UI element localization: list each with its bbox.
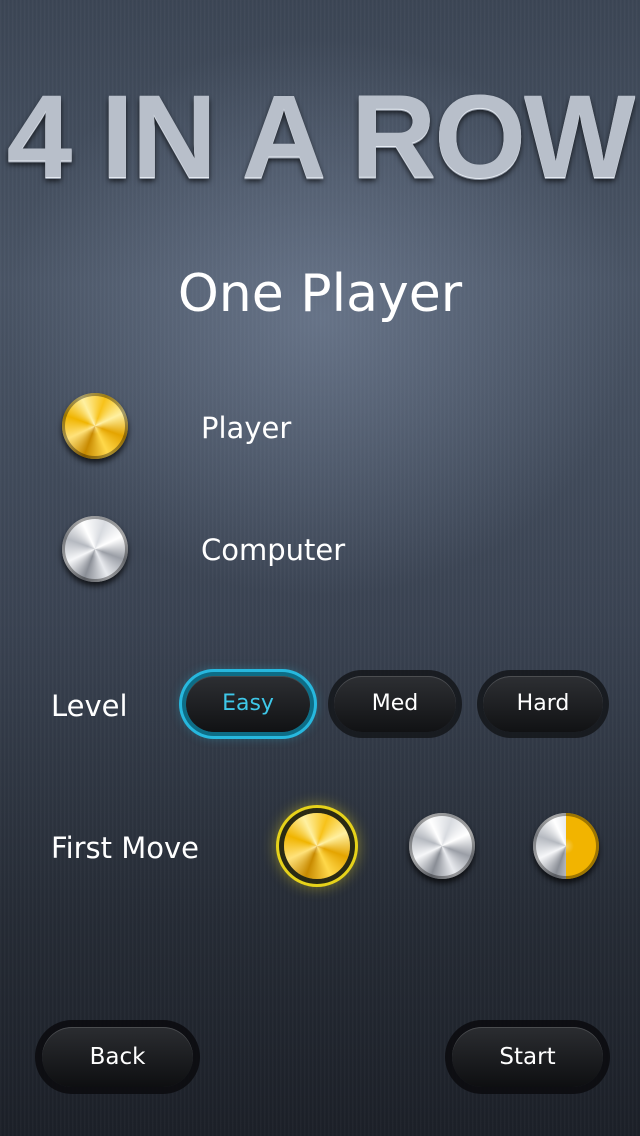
first-move-gold-piece-icon[interactable] bbox=[284, 813, 350, 879]
first-move-silver-piece-icon[interactable] bbox=[409, 813, 475, 879]
player-label: Player bbox=[201, 411, 292, 445]
screen-heading: One Player bbox=[177, 264, 463, 324]
player-gold-piece-icon bbox=[62, 393, 128, 459]
game-title: 4 IN A ROW bbox=[6, 71, 636, 203]
computer-silver-piece-icon bbox=[62, 516, 128, 582]
first-move-label: First Move bbox=[51, 831, 200, 865]
start-button[interactable]: Start bbox=[452, 1027, 603, 1087]
back-button[interactable]: Back bbox=[42, 1027, 193, 1087]
computer-label: Computer bbox=[201, 533, 346, 567]
level-med-button[interactable]: Med bbox=[334, 676, 456, 732]
level-hard-button[interactable]: Hard bbox=[483, 676, 603, 732]
first-move-random-piece-icon[interactable] bbox=[533, 813, 599, 879]
level-easy-button[interactable]: Easy bbox=[186, 676, 310, 732]
level-label: Level bbox=[51, 689, 128, 723]
